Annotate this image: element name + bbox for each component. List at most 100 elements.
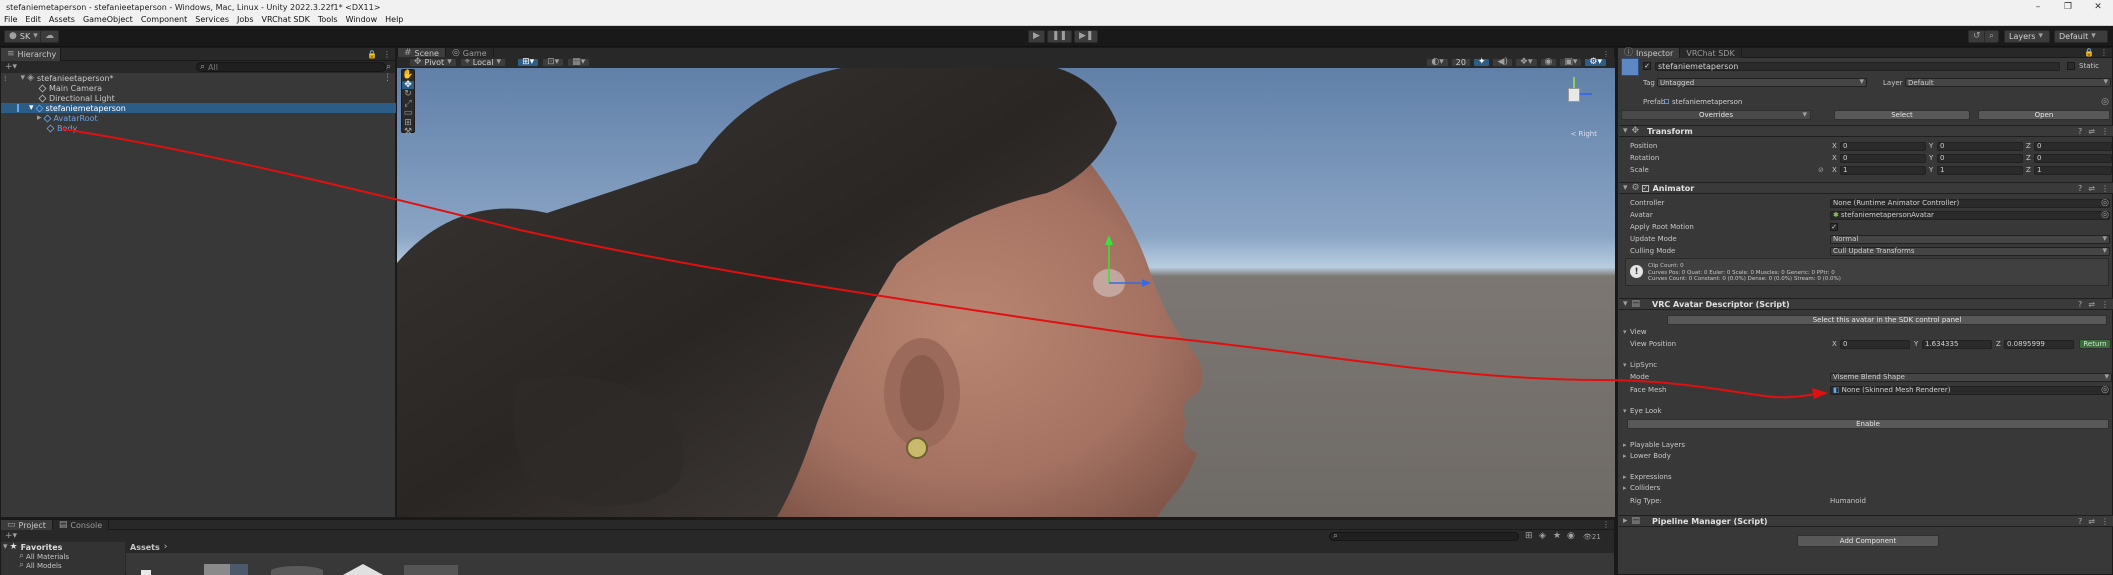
position-y-field[interactable]: 0 [1937,141,2023,151]
lipsync-mode-dropdown[interactable]: Viseme Blend Shape ▾ [1830,372,2112,382]
lighting-toggle[interactable]: ✦ [1472,58,1491,67]
more-icon[interactable]: ⋮ [2101,127,2109,136]
pause-button[interactable]: ❚❚ [1046,30,1073,43]
add-component-button[interactable]: Add Component [1797,535,1939,547]
face-mesh-field[interactable]: ◧ None (Skinned Mesh Renderer) [1830,385,2110,395]
minimize-icon[interactable]: – [2023,0,2053,14]
rotation-z-field[interactable]: 0 [2034,153,2112,163]
asset-thumbnail[interactable] [404,565,458,575]
gizmo-cube[interactable] [1568,88,1580,102]
maximize-icon[interactable]: ❐ [2053,0,2083,14]
hidden-count-badge[interactable]: 👁21 [1583,533,1601,541]
more-icon[interactable]: ⋮ [2101,300,2109,309]
animator-component-header[interactable]: ▾ ⚙ ✓ Animator ? ⇌ ⋮ [1619,182,2113,194]
save-search-icon[interactable]: ★ [1553,532,1561,541]
menu-jobs[interactable]: Jobs [237,15,254,24]
scale-tool-icon[interactable]: ⤢ [402,99,414,108]
grid-visibility-button[interactable]: ▦▾ [567,58,591,67]
prefab-field[interactable]: stefaniemetaperson [1661,97,2109,106]
rotation-y-field[interactable]: 0 [1937,153,2023,163]
add-icon[interactable]: +▾ [5,62,17,72]
project-search-input[interactable]: ⌕ [1329,532,1519,541]
hierarchy-item-stefaniemetaperson[interactable]: ▾ stefaniemetaperson [1,103,396,113]
position-z-field[interactable]: 0 [2034,141,2112,151]
search-button[interactable]: ⌕ [1984,30,2000,43]
gizmo-view-label[interactable]: < Right [1570,130,1597,138]
menu-edit[interactable]: Edit [25,15,41,24]
layout-dropdown[interactable]: Default ▾ [2054,30,2108,43]
filter-type-icon[interactable]: ⊞ [1525,532,1533,541]
target-icon[interactable]: ◎ [2101,385,2109,395]
tab-inspector[interactable]: ⓘ Inspector [1618,48,1681,58]
overrides-dropdown[interactable]: Overrides ▾ [1621,110,1811,120]
lipsync-foldout[interactable]: ▾ LipSync [1621,360,2113,370]
cloud-button[interactable]: ☁ [40,30,59,43]
foldout-arrow-icon[interactable]: ▾ [1623,183,1628,193]
more-icon[interactable]: ⋮ [1602,520,1610,529]
lock-icon[interactable]: 🔒 [2084,48,2094,57]
expressions-foldout[interactable]: ▸ Expressions [1621,472,2113,482]
object-name-field[interactable]: stefaniemetaperson [1655,61,2060,71]
asset-thumbnail[interactable] [271,566,323,575]
audio-toggle[interactable]: ◀) [1492,58,1513,67]
view-position-y-field[interactable]: 1.634335 [1922,339,1992,349]
rect-tool-icon[interactable]: ▭ [402,109,414,118]
hidden-objects-toggle[interactable]: ◉ [1539,58,1558,67]
asset-thumbnail[interactable] [341,564,385,575]
draw-mode-button[interactable]: ◐▾ [1426,58,1449,67]
more-icon[interactable]: ⋮ [383,50,391,59]
close-icon[interactable]: ✕ [2083,0,2113,14]
foldout-arrow-icon[interactable]: ▾ [1623,407,1627,415]
camera-settings-button[interactable]: ▣▾ [1559,58,1583,67]
component-enabled-checkbox[interactable]: ✓ [1641,184,1649,192]
hierarchy-item-directional-light[interactable]: Directional Light [1,93,396,103]
prefab-open-button[interactable]: Open [1978,110,2110,120]
history-button[interactable]: ↺ [1968,30,1986,43]
lock-icon[interactable]: 🔒 [367,50,377,59]
root-motion-checkbox[interactable]: ✓ [1830,223,1838,231]
collapsed-arrow-icon[interactable]: ▸ [1623,452,1627,460]
preset-icon[interactable]: ⇌ [2088,184,2095,193]
update-mode-dropdown[interactable]: Normal ▾ [1830,234,2110,244]
hierarchy-item-scene[interactable]: ⁞ ▾ ◈ stefanieetaperson* ⋮ [1,73,396,83]
hierarchy-item-avatarroot[interactable]: ▸ AvatarRoot [1,113,396,123]
favorite-item[interactable]: ⌕ All Models [1,561,125,570]
lower-body-foldout[interactable]: ▸ Lower Body [1621,451,2113,461]
gizmo-z-axis[interactable] [1580,93,1592,95]
prefab-select-button[interactable]: Select [1834,110,1970,120]
colliders-foldout[interactable]: ▸ Colliders [1621,483,2113,493]
add-icon[interactable]: +▾ [5,532,17,541]
filter-label-icon[interactable]: ◈ [1539,532,1546,541]
avatar-field[interactable]: ✱ stefaniemetapersonAvatar [1830,210,2110,220]
foldout-arrow-icon[interactable]: ▾ [1623,328,1627,336]
visibility-icon[interactable]: ◉ [1567,532,1575,541]
gizmos-button[interactable]: ⚙▾ [1584,58,1607,67]
menu-vrchat-sdk[interactable]: VRChat SDK [262,15,310,24]
foldout-arrow-icon[interactable]: ▾ [1623,126,1628,136]
help-icon[interactable]: ? [2078,184,2082,193]
help-icon[interactable]: ? [2078,300,2082,309]
tab-project[interactable]: ▭ Project [1,520,53,530]
link-icon[interactable]: ⊘ [1818,166,1824,174]
menu-file[interactable]: File [4,15,17,24]
foldout-arrow-icon[interactable]: ▾ [1623,299,1628,309]
preset-icon[interactable]: ⇌ [2088,517,2095,526]
layer-dropdown[interactable]: Default ▾ [1905,78,2111,87]
collapsed-arrow-icon[interactable]: ▸ [37,113,42,123]
play-button[interactable]: ▶ [1028,30,1045,43]
target-icon[interactable]: ◎ [2101,98,2109,107]
return-button[interactable]: Return [2079,339,2111,349]
expand-arrow-icon[interactable]: ▾ [3,542,8,552]
view-foldout[interactable]: ▾ View [1621,327,2113,337]
controller-field[interactable]: None (Runtime Animator Controller) [1830,198,2110,208]
rotate-tool-icon[interactable]: ↻ [402,90,414,99]
static-checkbox[interactable] [2067,62,2075,70]
expand-arrow-icon[interactable]: ▾ [21,73,26,83]
pipeline-manager-component-header[interactable]: ▸ ▤ Pipeline Manager (Script) ? ⇌ ⋮ [1619,515,2113,527]
position-x-field[interactable]: 0 [1840,141,1926,151]
breadcrumb-assets[interactable]: Assets [130,543,160,552]
select-in-sdk-button[interactable]: Select this avatar in the SDK control pa… [1667,315,2107,325]
help-icon[interactable]: ? [2078,127,2082,136]
filter-icon[interactable]: ⌕ [386,62,391,72]
scale-y-field[interactable]: 1 [1937,165,2023,175]
